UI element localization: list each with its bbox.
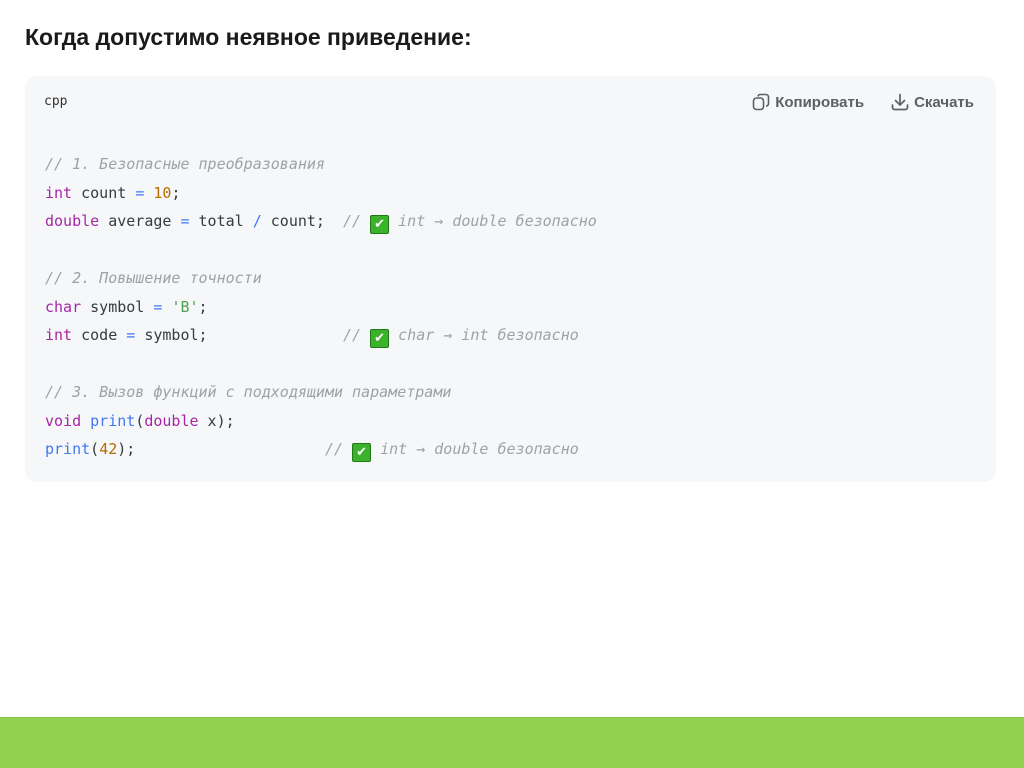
code-token: 10 bbox=[153, 183, 172, 202]
code-token: symbol; bbox=[135, 326, 344, 344]
code-token: = bbox=[126, 326, 136, 344]
code-token: count; bbox=[261, 212, 344, 230]
code-token: void bbox=[45, 411, 82, 430]
code-token: print bbox=[90, 411, 136, 430]
code-token: // bbox=[343, 212, 371, 230]
code-language-label: cpp bbox=[44, 94, 68, 109]
code-token: int bbox=[45, 183, 73, 202]
code-line: double average = total / count; // ✔ int… bbox=[45, 207, 597, 236]
code-token: average bbox=[99, 212, 181, 230]
code-actions: Копировать Скачать bbox=[751, 92, 974, 112]
code-token: int bbox=[45, 326, 73, 344]
code-line: // 1. Безопасные преобразования bbox=[45, 150, 597, 179]
download-label: Скачать bbox=[914, 93, 974, 111]
code-token: / bbox=[252, 212, 262, 230]
code-line: // 2. Повышение точности bbox=[45, 264, 597, 293]
footer-bar bbox=[0, 717, 1024, 768]
download-button[interactable]: Скачать bbox=[890, 92, 974, 112]
code-token: x); bbox=[198, 411, 235, 430]
copy-icon bbox=[752, 93, 770, 111]
code-line: void print(double x); bbox=[45, 407, 597, 436]
check-mark-icon: ✔ bbox=[352, 443, 372, 462]
code-token: ; bbox=[171, 183, 181, 202]
code-token: // 2. Повышение точности bbox=[45, 269, 262, 287]
code-token: 'B' bbox=[171, 297, 199, 316]
code-token: // 1. Безопасные преобразования bbox=[45, 155, 325, 173]
code-token: double bbox=[45, 212, 100, 230]
page-title: Когда допустимо неявное приведение: bbox=[25, 24, 472, 50]
code-token: count bbox=[72, 183, 136, 202]
code-token: int → double безопасно bbox=[389, 212, 597, 230]
code-line: char symbol = 'B'; bbox=[45, 293, 597, 322]
code-token: double bbox=[144, 411, 199, 430]
check-mark-icon: ✔ bbox=[370, 215, 390, 234]
code-line: // 3. Вызов функций с подходящими параме… bbox=[45, 378, 597, 407]
code-token: // 3. Вызов функций с подходящими параме… bbox=[45, 383, 452, 401]
code-content: // 1. Безопасные преобразования int count… bbox=[45, 150, 597, 464]
copy-button[interactable]: Копировать bbox=[751, 92, 864, 112]
code-token: char bbox=[45, 297, 82, 316]
code-line: int code = symbol; // ✔ char → int безоп… bbox=[45, 321, 597, 350]
download-icon bbox=[891, 93, 909, 111]
code-token: = bbox=[135, 183, 145, 202]
code-token: print bbox=[45, 440, 91, 458]
code-block: cpp Копировать Скачать // 1. Безопасные … bbox=[25, 76, 996, 482]
copy-label: Копировать bbox=[775, 93, 865, 111]
code-token: code bbox=[72, 326, 127, 344]
code-token: total bbox=[189, 212, 253, 230]
check-mark-icon: ✔ bbox=[370, 329, 390, 348]
code-token: ); bbox=[117, 440, 325, 458]
code-token: // bbox=[324, 440, 353, 458]
code-token: symbol bbox=[81, 297, 154, 316]
code-token: ; bbox=[198, 297, 208, 316]
code-line: int count = 10; bbox=[45, 179, 597, 208]
code-line: print(42); // ✔ int → double безопасно bbox=[45, 435, 597, 464]
code-token: int → double безопасно bbox=[371, 440, 579, 458]
code-token: 42 bbox=[99, 440, 118, 458]
code-token: ( bbox=[90, 440, 100, 458]
code-token: // bbox=[343, 326, 371, 344]
code-token: ( bbox=[135, 411, 145, 430]
code-token: char → int безопасно bbox=[389, 326, 579, 344]
code-token: = bbox=[180, 212, 190, 230]
